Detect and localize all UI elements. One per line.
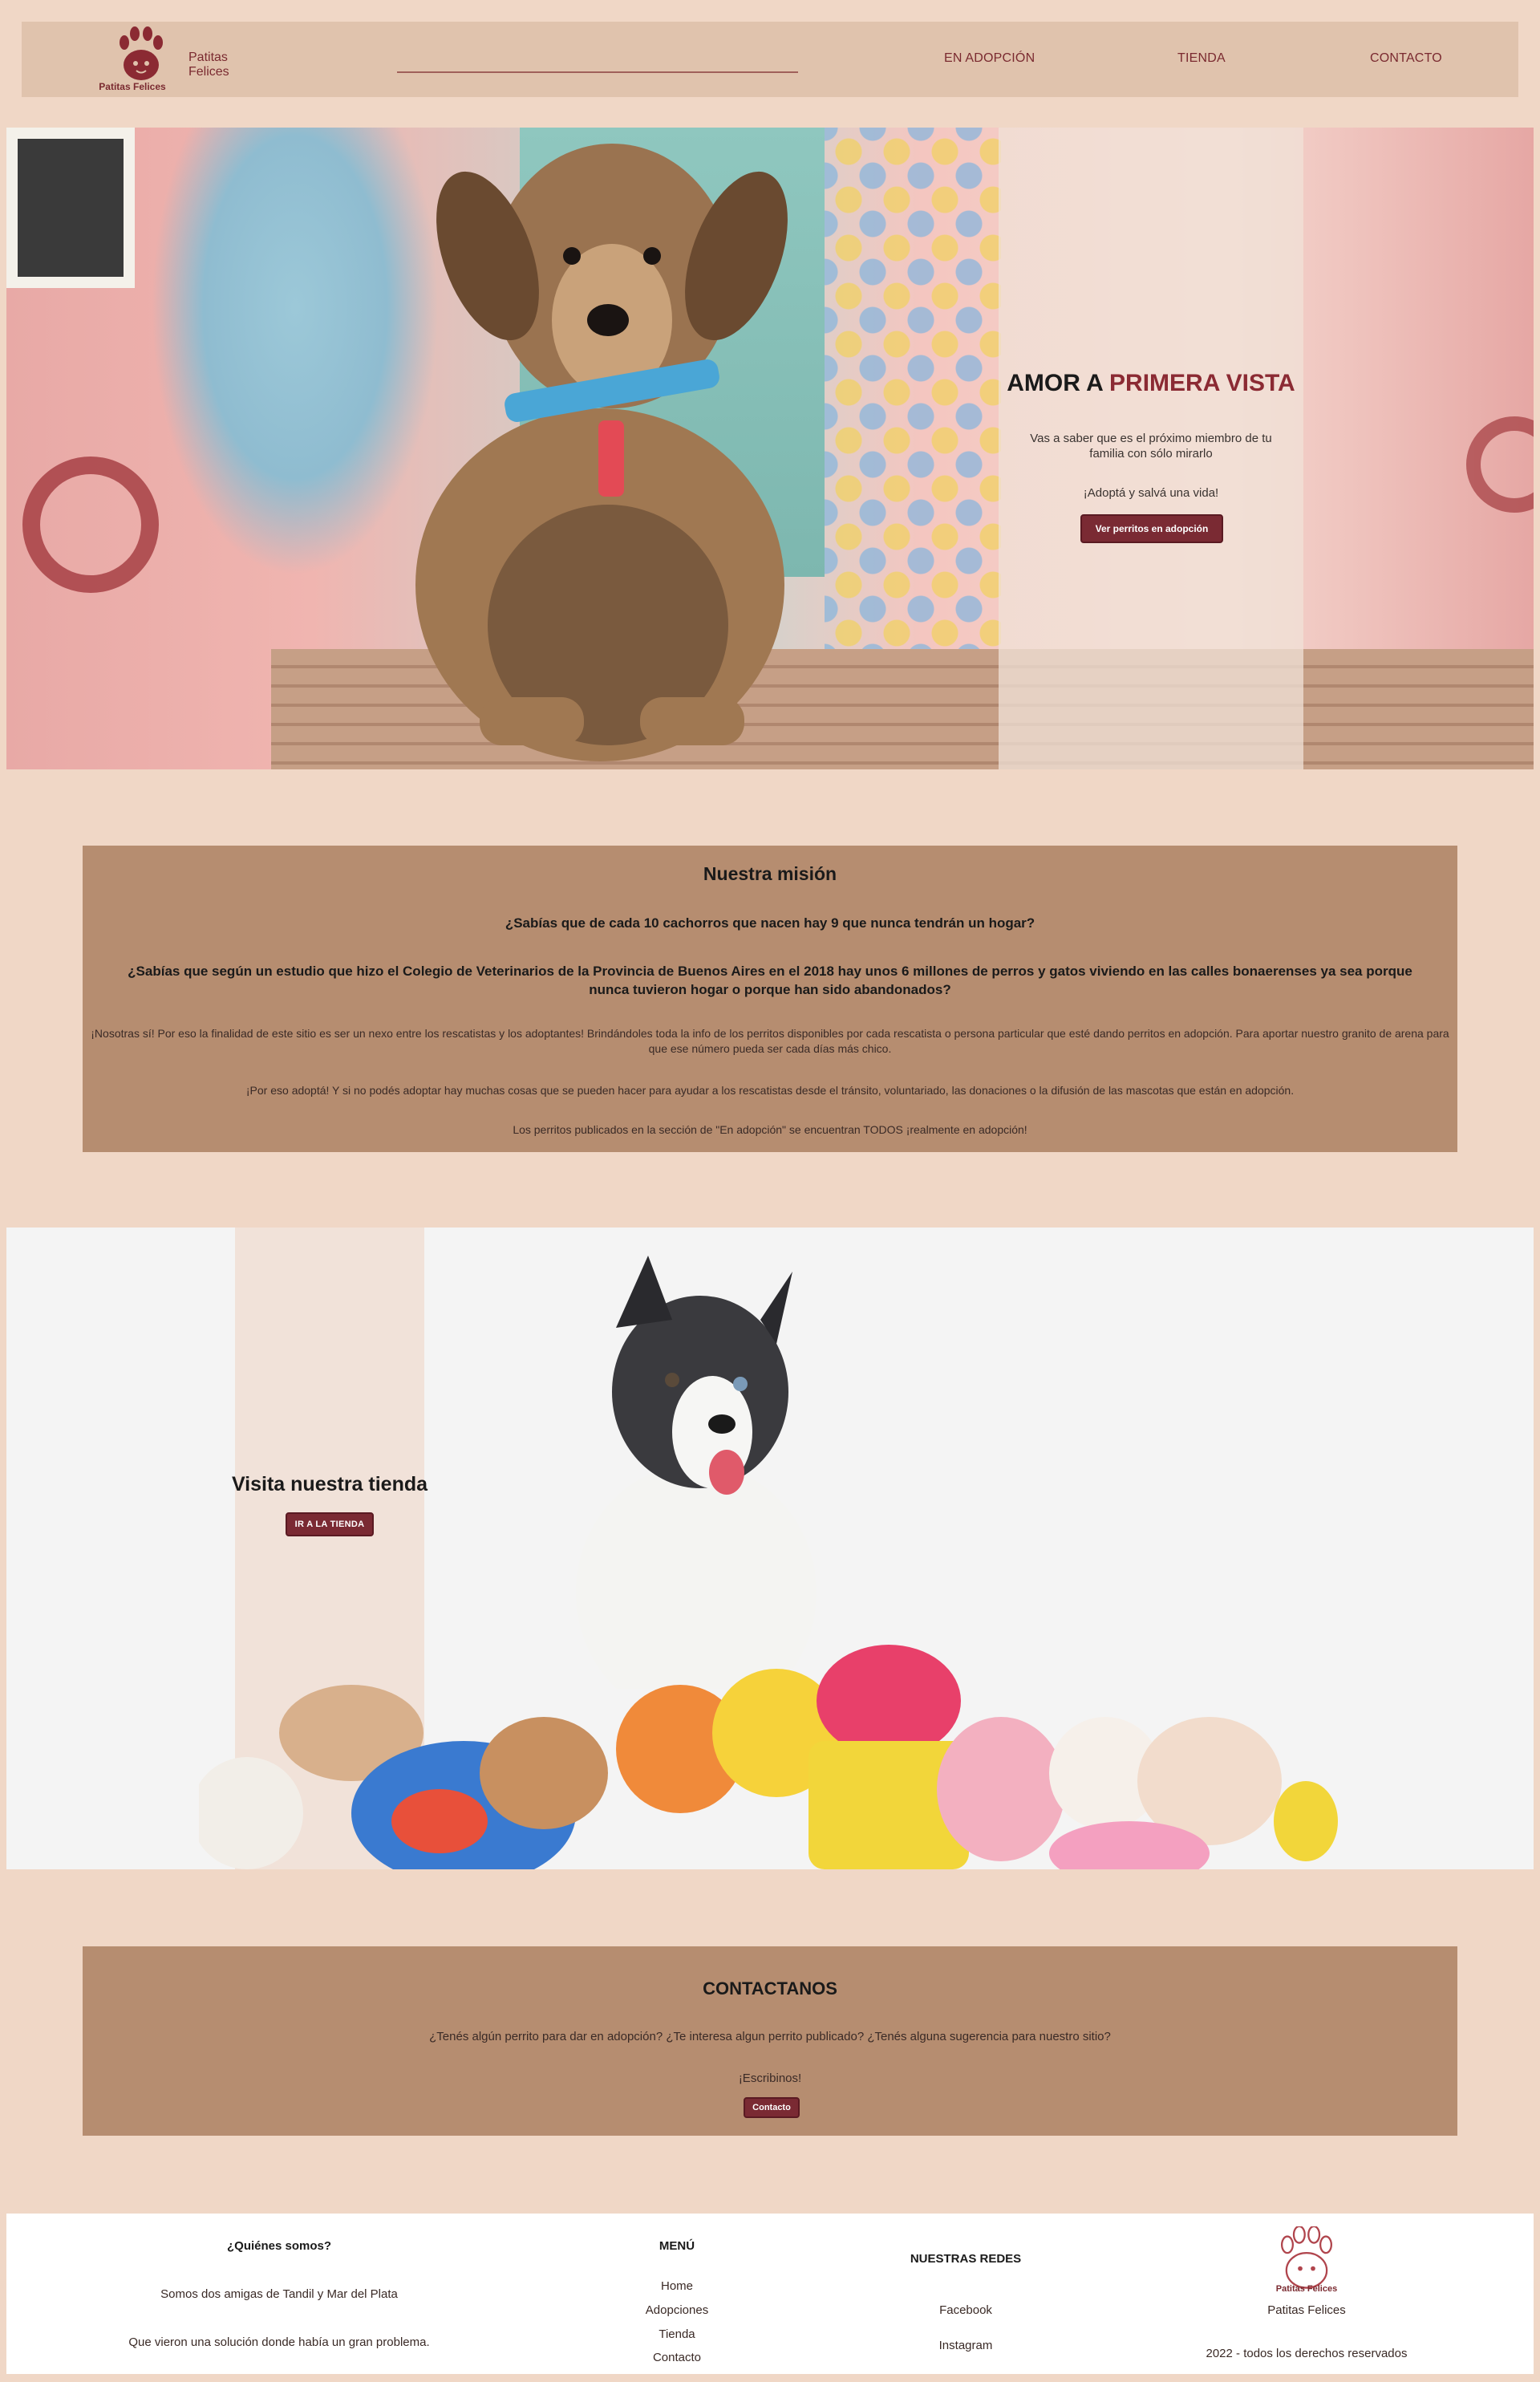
contact-section: CONTACTANOS ¿Tenés algún perrito para da… — [83, 1946, 1457, 2136]
footer-menu-contacto[interactable]: Contacto — [613, 2351, 741, 2364]
logo-caption: Patitas Felices — [99, 81, 166, 92]
nav-link-contacto[interactable]: CONTACTO — [1370, 51, 1442, 66]
nav-link-tienda[interactable]: TIENDA — [1177, 51, 1226, 66]
footer-instagram-link[interactable]: Instagram — [902, 2339, 1030, 2352]
footer-menu-adopciones[interactable]: Adopciones — [613, 2303, 741, 2317]
footer: ¿Quiénes somos? Somos dos amigas de Tand… — [6, 2214, 1534, 2374]
contact-title: CONTACTANOS — [703, 1978, 837, 1999]
footer-about-line-1: Somos dos amigas de Tandil y Mar del Pla… — [160, 2287, 398, 2301]
hero-banner: AMOR A PRIMERA VISTA Vas a saber que es … — [6, 128, 1534, 769]
footer-copyright: 2022 - todos los derechos reservados — [1206, 2347, 1408, 2360]
brand-logo-link[interactable]: Patitas Felices Patitas Felices — [95, 25, 272, 94]
mission-question-1: ¿Sabías que de cada 10 cachorros que nac… — [505, 915, 1035, 931]
footer-brand-name: Patitas Felices — [1267, 2303, 1346, 2317]
footer-social-title: NUESTRAS REDES — [910, 2252, 1022, 2266]
navbar: Patitas Felices Patitas Felices EN ADOPC… — [22, 22, 1518, 97]
store-title: Visita nuestra tienda — [231, 1473, 428, 1495]
background-window — [6, 128, 135, 288]
nav-divider — [397, 71, 798, 73]
footer-about-line-2: Que vieron una solución donde había un g… — [128, 2335, 430, 2349]
contact-question: ¿Tenés algún perrito para dar en adopció… — [429, 2030, 1111, 2043]
nav-link-adopcion[interactable]: EN ADOPCIÓN — [944, 51, 1035, 66]
contact-write-us: ¡Escribinos! — [738, 2072, 802, 2085]
footer-facebook-link[interactable]: Facebook — [902, 2303, 1030, 2317]
mission-paragraph-3: Los perritos publicados en la sección de… — [513, 1123, 1027, 1136]
brand-name: Patitas Felices — [188, 51, 229, 79]
footer-logo-caption: Patitas Felices — [1275, 2284, 1338, 2294]
view-adoption-button[interactable]: Ver perritos en adopción — [1080, 514, 1223, 543]
hero-heading: AMOR A PRIMERA VISTA — [999, 370, 1303, 397]
plush-toys-image — [199, 1645, 1338, 1869]
go-to-store-button[interactable]: IR A LA TIENDA — [286, 1512, 374, 1536]
hero-subtext: Vas a saber que es el próximo miembro de… — [1030, 432, 1272, 461]
hero-heading-accent: PRIMERA VISTA — [1109, 370, 1295, 396]
store-banner: Visita nuestra tienda IR A LA TIENDA — [6, 1228, 1534, 1869]
contact-button[interactable]: Contacto — [744, 2097, 800, 2118]
footer-about-title: ¿Quiénes somos? — [226, 2239, 332, 2253]
paw-logo-icon — [115, 26, 168, 87]
footer-menu-home[interactable]: Home — [613, 2279, 741, 2293]
mission-question-2: ¿Sabías que según un estudio que hizo el… — [128, 964, 1412, 997]
mission-title: Nuestra misión — [703, 863, 837, 884]
mission-section: Nuestra misión ¿Sabías que de cada 10 ca… — [83, 846, 1457, 1152]
hero-dog-image — [415, 144, 788, 761]
mission-paragraph-2: ¡Por eso adoptá! Y si no podés adoptar h… — [245, 1084, 1295, 1097]
mission-paragraph-1: ¡Nosotras sí! Por eso la finalidad de es… — [91, 1027, 1449, 1055]
footer-menu-tienda[interactable]: Tienda — [613, 2327, 741, 2341]
hero-cta-text: ¡Adoptá y salvá una vida! — [1083, 486, 1219, 500]
hero-heading-plain: AMOR A — [1007, 370, 1110, 396]
footer-menu-title: MENÚ — [659, 2239, 695, 2253]
mural-paw-right — [1466, 416, 1534, 513]
mural-paw-left — [22, 457, 159, 593]
